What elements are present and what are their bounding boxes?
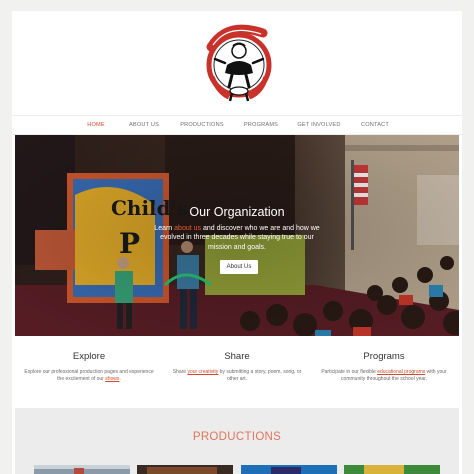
feature-text: Explore our professional production page… <box>24 369 154 383</box>
child-figure-logo-icon <box>206 24 272 102</box>
nav-productions[interactable]: PRODUCTIONS <box>178 122 226 128</box>
nav-programs[interactable]: PROGRAMS <box>242 122 280 128</box>
production-image <box>241 465 337 474</box>
page: HOME ABOUT US PRODUCTIONS PROGRAMS GET I… <box>12 11 462 474</box>
productions-section: PRODUCTIONS <box>15 408 459 474</box>
hero-overlay: Our Organization Learn about us and disc… <box>15 135 459 336</box>
site-logo[interactable] <box>199 13 279 113</box>
feature-description: Participate in our flexible educational … <box>319 369 449 384</box>
feature-share: Share Share your creativity by submittin… <box>172 351 302 384</box>
feature-text: by submitting a story, poem, song, or ot… <box>218 369 302 383</box>
hero-description: Learn about us and discover who we are a… <box>149 224 325 252</box>
feature-text: Participate in our flexible <box>321 369 378 375</box>
production-thumbnail[interactable] <box>34 463 130 474</box>
hero-banner: Child's P <box>15 135 459 336</box>
feature-title: Explore <box>72 351 106 362</box>
educational-programs-link[interactable]: educational programs <box>377 369 425 375</box>
feature-text: . <box>119 376 121 383</box>
production-image <box>344 465 440 474</box>
nav-about-us[interactable]: ABOUT US <box>126 122 162 128</box>
hero-body-before: Learn <box>154 225 175 232</box>
feature-text: Share <box>172 369 188 375</box>
feature-title: Programs <box>363 351 405 362</box>
feature-programs: Programs Participate in our flexible edu… <box>319 351 449 384</box>
about-us-inline-link[interactable]: about us <box>174 225 201 232</box>
feature-explore: Explore Explore our professional product… <box>24 351 154 384</box>
nav-home[interactable]: HOME <box>82 122 110 128</box>
production-thumbnail[interactable] <box>344 463 440 474</box>
your-creativity-link[interactable]: your creativity <box>187 369 218 375</box>
production-image <box>137 465 233 474</box>
nav-contact[interactable]: CONTACT <box>358 122 392 128</box>
production-thumbnail[interactable] <box>137 463 233 474</box>
productions-heading: PRODUCTIONS <box>192 431 282 443</box>
nav-get-involved[interactable]: GET INVOLVED <box>296 122 342 128</box>
production-thumbnail[interactable] <box>241 463 337 474</box>
production-image <box>34 465 130 474</box>
feature-description: Explore our professional production page… <box>24 369 154 384</box>
about-us-button[interactable]: About Us <box>220 260 258 274</box>
hero-title: Our Organization <box>189 205 285 219</box>
shows-link[interactable]: shows <box>105 376 119 382</box>
main-nav: HOME ABOUT US PRODUCTIONS PROGRAMS GET I… <box>12 115 462 135</box>
feature-title: Share <box>224 351 250 362</box>
feature-description: Share your creativity by submitting a st… <box>172 369 302 384</box>
